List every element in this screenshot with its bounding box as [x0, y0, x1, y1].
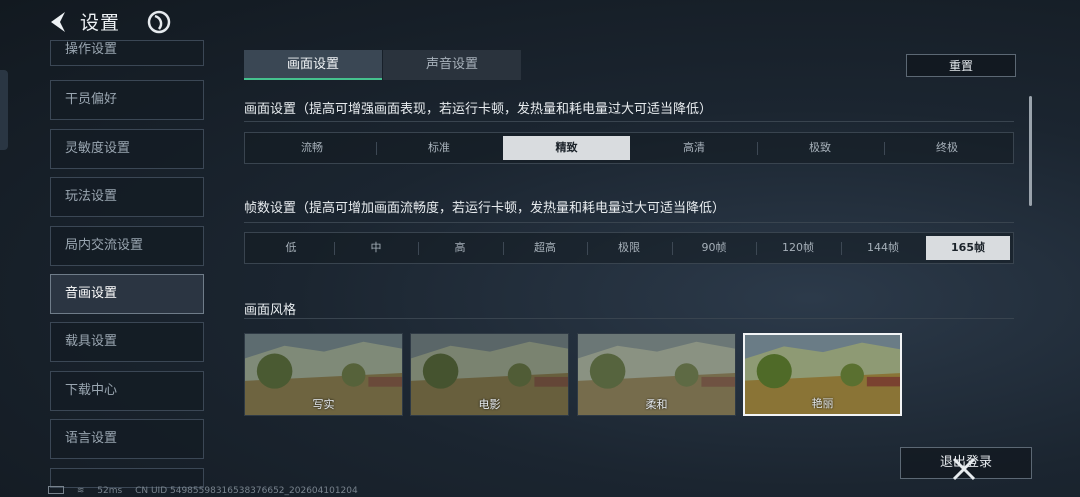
quality-option[interactable]: 标准	[376, 136, 502, 160]
sidebar-item-label: 下载中心	[65, 383, 118, 398]
style-label: 电影	[478, 398, 501, 411]
sidebar-item-label: 语言设置	[65, 431, 118, 446]
back-chevron-icon[interactable]	[47, 9, 69, 35]
sidebar-item-label: 音画设置	[65, 286, 118, 301]
sidebar-item-language[interactable]: 语言设置	[50, 419, 204, 459]
sidebar-item-label: 载具设置	[65, 334, 118, 349]
sidebar-item-label: 操作设置	[65, 42, 118, 57]
tab-graphics[interactable]: 画面设置	[244, 50, 382, 80]
divider	[244, 121, 1014, 122]
sidebar-item-label: 灵敏度设置	[65, 141, 131, 156]
style-card-realistic[interactable]: 写实	[244, 333, 403, 416]
frame-rate-title: 帧数设置（提高可增加画面流畅度，若运行卡顿，发热量和耗电量过大可适当降低）	[244, 201, 726, 216]
fps-option[interactable]: 高	[418, 236, 502, 260]
fps-option[interactable]: 144帧	[841, 236, 925, 260]
style-title: 画面风格	[244, 303, 297, 318]
style-card-soft[interactable]: 柔和	[577, 333, 736, 416]
reset-button[interactable]: 重置	[906, 54, 1016, 77]
sidebar-item-label: 玩法设置	[65, 189, 118, 204]
uid-text: CN UID 5498559831653837665​2_20260410120…	[135, 486, 358, 496]
fps-option-selected[interactable]: 165帧	[926, 236, 1010, 260]
fps-option[interactable]: 120帧	[756, 236, 840, 260]
side-handle[interactable]	[0, 70, 8, 150]
quality-option-selected[interactable]: 精致	[503, 136, 630, 160]
sidebar-item-vehicle[interactable]: 载具设置	[50, 322, 204, 362]
page-title: 设置	[80, 12, 121, 34]
quality-option[interactable]: 流畅	[249, 136, 375, 160]
fps-option[interactable]: 中	[334, 236, 418, 260]
ping-text: 52ms	[97, 486, 123, 496]
style-label: 写实	[312, 398, 335, 411]
graphics-quality-selector: 流畅 标准 精致 高清 极致 终极	[244, 132, 1014, 164]
scrollbar[interactable]	[1029, 96, 1032, 206]
close-icon[interactable]	[950, 455, 978, 483]
fps-option[interactable]: 90帧	[672, 236, 756, 260]
fps-option[interactable]: 低	[249, 236, 333, 260]
style-card-cinematic[interactable]: 电影	[410, 333, 569, 416]
tab-audio[interactable]: 声音设置	[383, 50, 521, 80]
sidebar-item-audio-visual[interactable]: 音画设置	[50, 274, 204, 314]
brand-logo-icon	[147, 10, 171, 34]
sidebar-item-controls[interactable]: 操作设置	[50, 40, 204, 66]
sidebar-item-label: 局内交流设置	[65, 238, 144, 253]
style-label: 柔和	[645, 398, 668, 411]
quality-option[interactable]: 终极	[884, 136, 1010, 160]
sidebar-item-sensitivity[interactable]: 灵敏度设置	[50, 129, 204, 169]
style-label: 艳丽	[811, 397, 834, 410]
status-bar: ≋ 52ms CN UID 5498559831653837665​2_2026…	[48, 485, 368, 496]
sidebar-item-download[interactable]: 下载中心	[50, 371, 204, 411]
fps-option[interactable]: 极限	[587, 236, 671, 260]
style-card-vivid[interactable]: 艳丽	[743, 333, 902, 416]
sidebar-item-gameplay[interactable]: 玩法设置	[50, 177, 204, 217]
sidebar-item-label: 干员偏好	[65, 92, 118, 107]
quality-option[interactable]: 高清	[631, 136, 757, 160]
sidebar-item-communication[interactable]: 局内交流设置	[50, 226, 204, 266]
frame-rate-selector: 低 中 高 超高 极限 90帧 120帧 144帧 165帧	[244, 232, 1014, 264]
graphics-quality-title: 画面设置（提高可增强画面表现，若运行卡顿，发热量和耗电量过大可适当降低）	[244, 102, 713, 117]
divider	[244, 222, 1014, 223]
fps-option[interactable]: 超高	[503, 236, 587, 260]
sidebar-item-operator[interactable]: 干员偏好	[50, 80, 204, 120]
divider	[244, 318, 1014, 319]
wifi-icon: ≋	[76, 486, 85, 496]
quality-option[interactable]: 极致	[757, 136, 883, 160]
battery-icon	[48, 486, 64, 494]
